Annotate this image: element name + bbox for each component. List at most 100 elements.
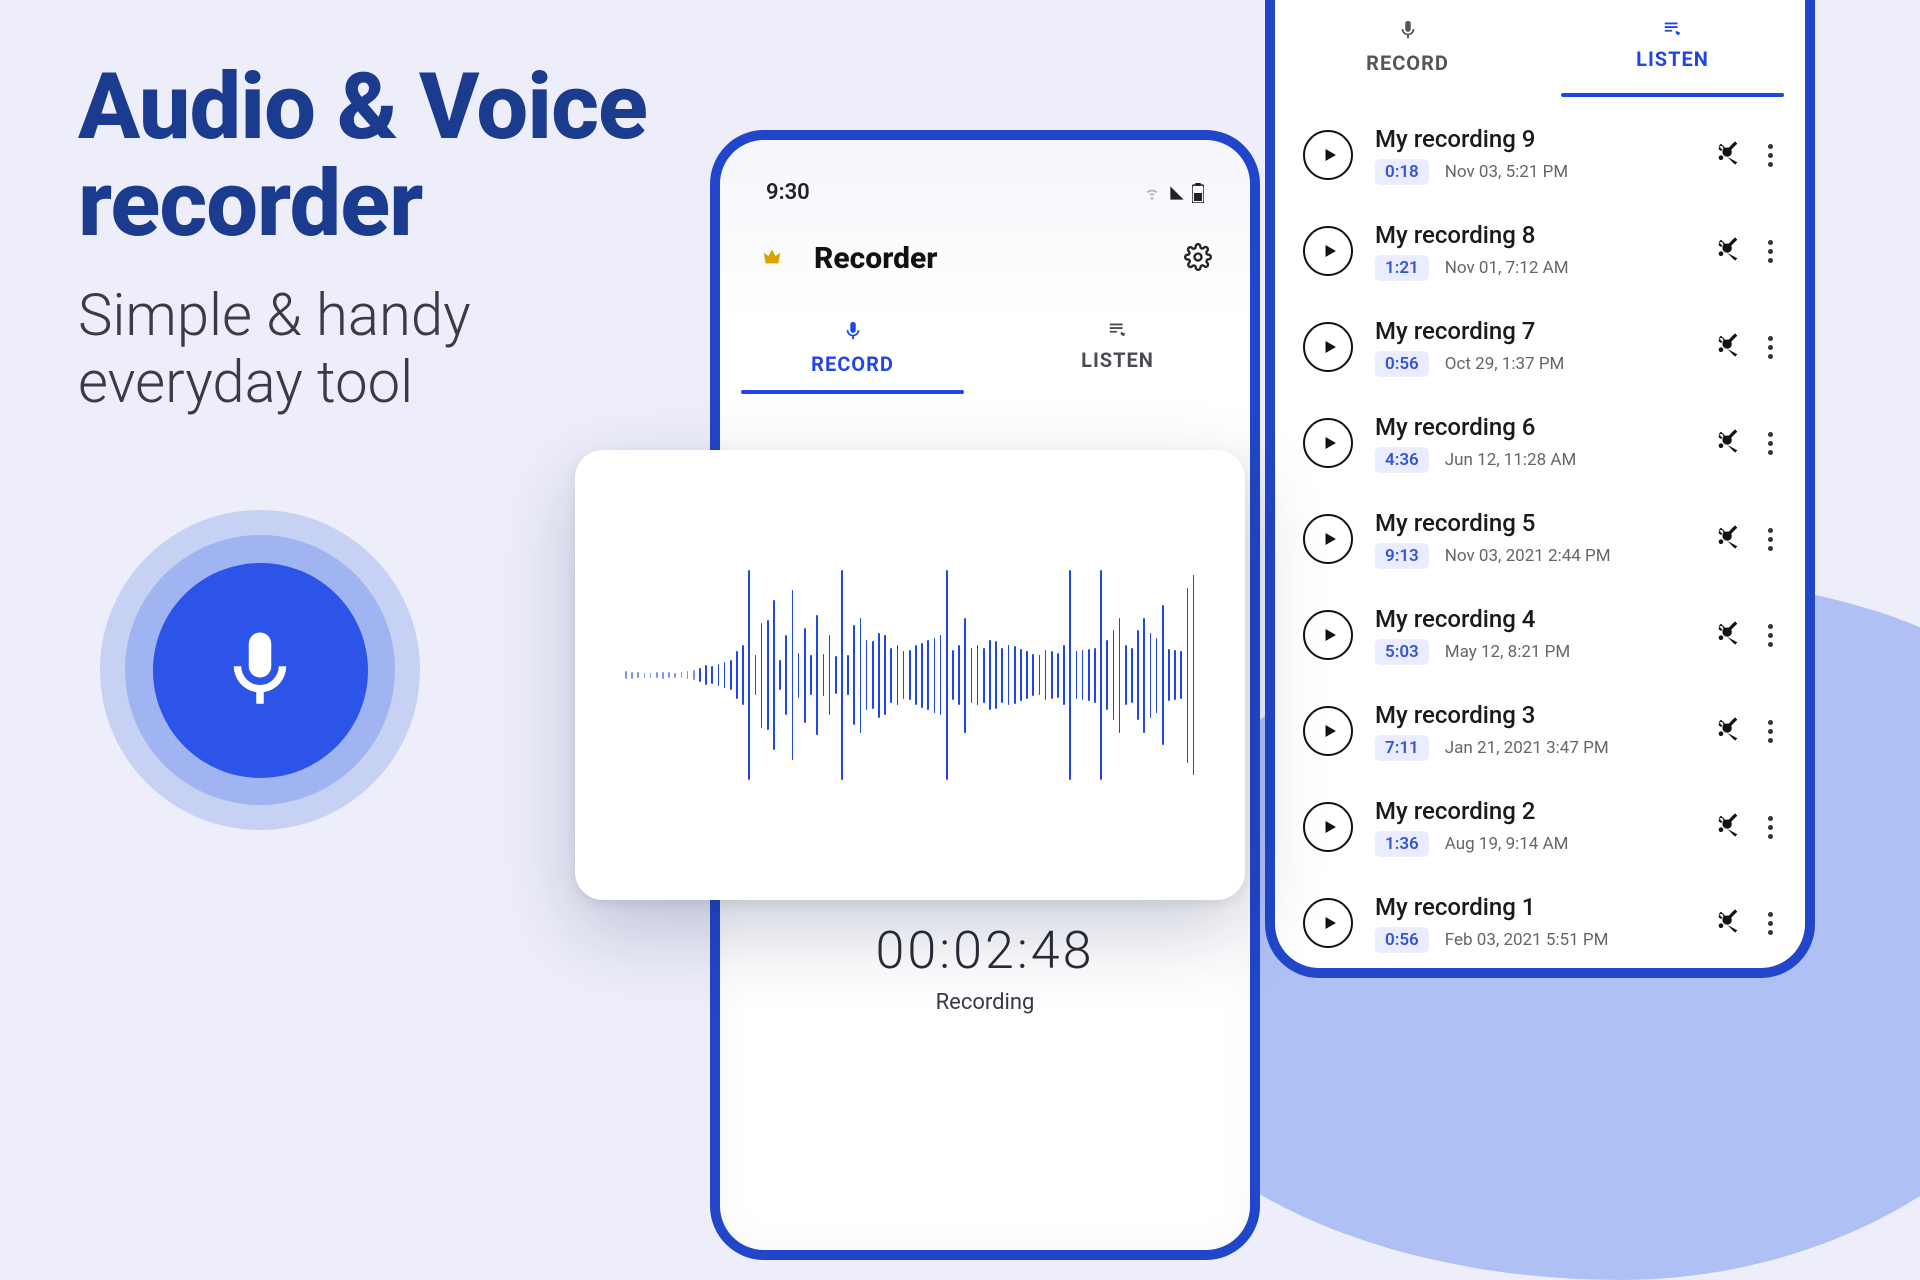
play-button[interactable]: [1303, 610, 1353, 660]
waveform-bar: [958, 645, 960, 705]
more-icon: [1768, 144, 1773, 167]
trim-button[interactable]: [1714, 811, 1742, 843]
trim-button[interactable]: [1714, 139, 1742, 171]
recording-item[interactable]: My recording 6 4:36 Jun 12, 11:28 AM: [1299, 395, 1781, 491]
recording-item[interactable]: My recording 3 7:11 Jan 21, 2021 3:47 PM: [1299, 683, 1781, 779]
recording-item[interactable]: My recording 2 1:36 Aug 19, 9:14 AM: [1299, 779, 1781, 875]
play-button[interactable]: [1303, 226, 1353, 276]
trim-button[interactable]: [1714, 427, 1742, 459]
scissors-icon: [1714, 619, 1742, 647]
play-button[interactable]: [1303, 322, 1353, 372]
waveform-bar: [736, 651, 738, 699]
recording-item[interactable]: My recording 1 0:56 Feb 03, 2021 5:51 PM: [1299, 875, 1781, 971]
more-icon: [1768, 240, 1773, 263]
settings-button[interactable]: [1184, 243, 1212, 275]
waveform-bar: [1162, 605, 1164, 745]
recording-title: My recording 4: [1375, 605, 1692, 633]
waveform-bar: [853, 625, 855, 725]
play-button[interactable]: [1303, 514, 1353, 564]
play-icon: [1321, 241, 1339, 261]
phone-mockup-listen: RECORD LISTEN My recording 9 0:18 Nov 03…: [1265, 0, 1815, 978]
recording-item[interactable]: My recording 8 1:21 Nov 01, 7:12 AM: [1299, 203, 1781, 299]
waveform: [625, 505, 1195, 845]
recording-item[interactable]: My recording 5 9:13 Nov 03, 2021 2:44 PM: [1299, 491, 1781, 587]
recording-duration: 0:56: [1375, 351, 1429, 377]
recording-title: My recording 7: [1375, 317, 1692, 345]
waveform-bar: [989, 640, 991, 710]
waveform-bar: [773, 600, 775, 750]
play-button[interactable]: [1303, 130, 1353, 180]
waveform-bar: [1039, 655, 1041, 695]
play-button[interactable]: [1303, 802, 1353, 852]
recording-title: My recording 3: [1375, 701, 1692, 729]
play-button[interactable]: [1303, 898, 1353, 948]
waveform-bar: [823, 654, 825, 696]
tab-listen[interactable]: LISTEN: [985, 304, 1250, 394]
more-button[interactable]: [1764, 528, 1777, 551]
waveform-bar: [971, 648, 973, 703]
play-icon: [1321, 721, 1339, 741]
tab-listen[interactable]: LISTEN: [1540, 3, 1805, 97]
trim-button[interactable]: [1714, 331, 1742, 363]
waveform-bar: [742, 645, 744, 705]
more-button[interactable]: [1764, 336, 1777, 359]
more-button[interactable]: [1764, 432, 1777, 455]
waveform-bar: [1113, 630, 1115, 720]
waveform-bar: [1193, 575, 1195, 775]
scissors-icon: [1714, 235, 1742, 263]
play-button[interactable]: [1303, 706, 1353, 756]
waveform-bar: [662, 672, 664, 679]
recording-timer: 00:02:48: [720, 920, 1250, 981]
recording-date: Nov 03, 5:21 PM: [1445, 162, 1568, 182]
trim-button[interactable]: [1714, 715, 1742, 747]
recording-item[interactable]: My recording 4 5:03 May 12, 8:21 PM: [1299, 587, 1781, 683]
hero-mic-icon: [100, 510, 420, 830]
waveform-bar: [779, 660, 781, 690]
waveform-bar: [897, 645, 899, 705]
waveform-bar: [816, 615, 818, 735]
waveform-bar: [1174, 650, 1176, 700]
scissors-icon: [1714, 331, 1742, 359]
tab-record[interactable]: RECORD: [720, 304, 985, 394]
waveform-bar: [983, 648, 985, 703]
recording-title: My recording 2: [1375, 797, 1692, 825]
more-button[interactable]: [1764, 624, 1777, 647]
recording-item[interactable]: My recording 9 0:18 Nov 03, 5:21 PM: [1299, 107, 1781, 203]
crown-icon[interactable]: [758, 246, 786, 272]
recording-duration: 4:36: [1375, 447, 1429, 473]
trim-button[interactable]: [1714, 907, 1742, 939]
waveform-bar: [644, 673, 646, 678]
microphone-icon: [215, 615, 305, 725]
signal-icon: [1168, 185, 1186, 201]
more-button[interactable]: [1764, 240, 1777, 263]
waveform-bar: [674, 673, 676, 678]
waveform-bar: [1150, 633, 1152, 718]
play-button[interactable]: [1303, 418, 1353, 468]
gear-icon: [1184, 243, 1212, 271]
waveform-bar: [1156, 638, 1158, 713]
trim-button[interactable]: [1714, 235, 1742, 267]
more-button[interactable]: [1764, 912, 1777, 935]
trim-button[interactable]: [1714, 619, 1742, 651]
trim-button[interactable]: [1714, 523, 1742, 555]
waveform-bar: [705, 665, 707, 685]
waveform-bar: [718, 664, 720, 686]
waveform-bar: [1057, 653, 1059, 698]
battery-icon: [1192, 183, 1204, 203]
waveform-bar: [785, 635, 787, 715]
recording-item[interactable]: My recording 7 0:56 Oct 29, 1:37 PM: [1299, 299, 1781, 395]
waveform-bar: [1094, 648, 1096, 703]
waveform-bar: [1180, 651, 1182, 699]
tab-record[interactable]: RECORD: [1275, 3, 1540, 97]
waveform-bar: [1082, 650, 1084, 700]
waveform-bar: [952, 650, 954, 700]
more-button[interactable]: [1764, 816, 1777, 839]
waveform-bar: [946, 570, 948, 780]
waveform-bar: [711, 666, 713, 684]
more-button[interactable]: [1764, 144, 1777, 167]
play-icon: [1321, 817, 1339, 837]
scissors-icon: [1714, 811, 1742, 839]
more-icon: [1768, 336, 1773, 359]
more-button[interactable]: [1764, 720, 1777, 743]
recording-date: Jan 21, 2021 3:47 PM: [1445, 738, 1609, 758]
